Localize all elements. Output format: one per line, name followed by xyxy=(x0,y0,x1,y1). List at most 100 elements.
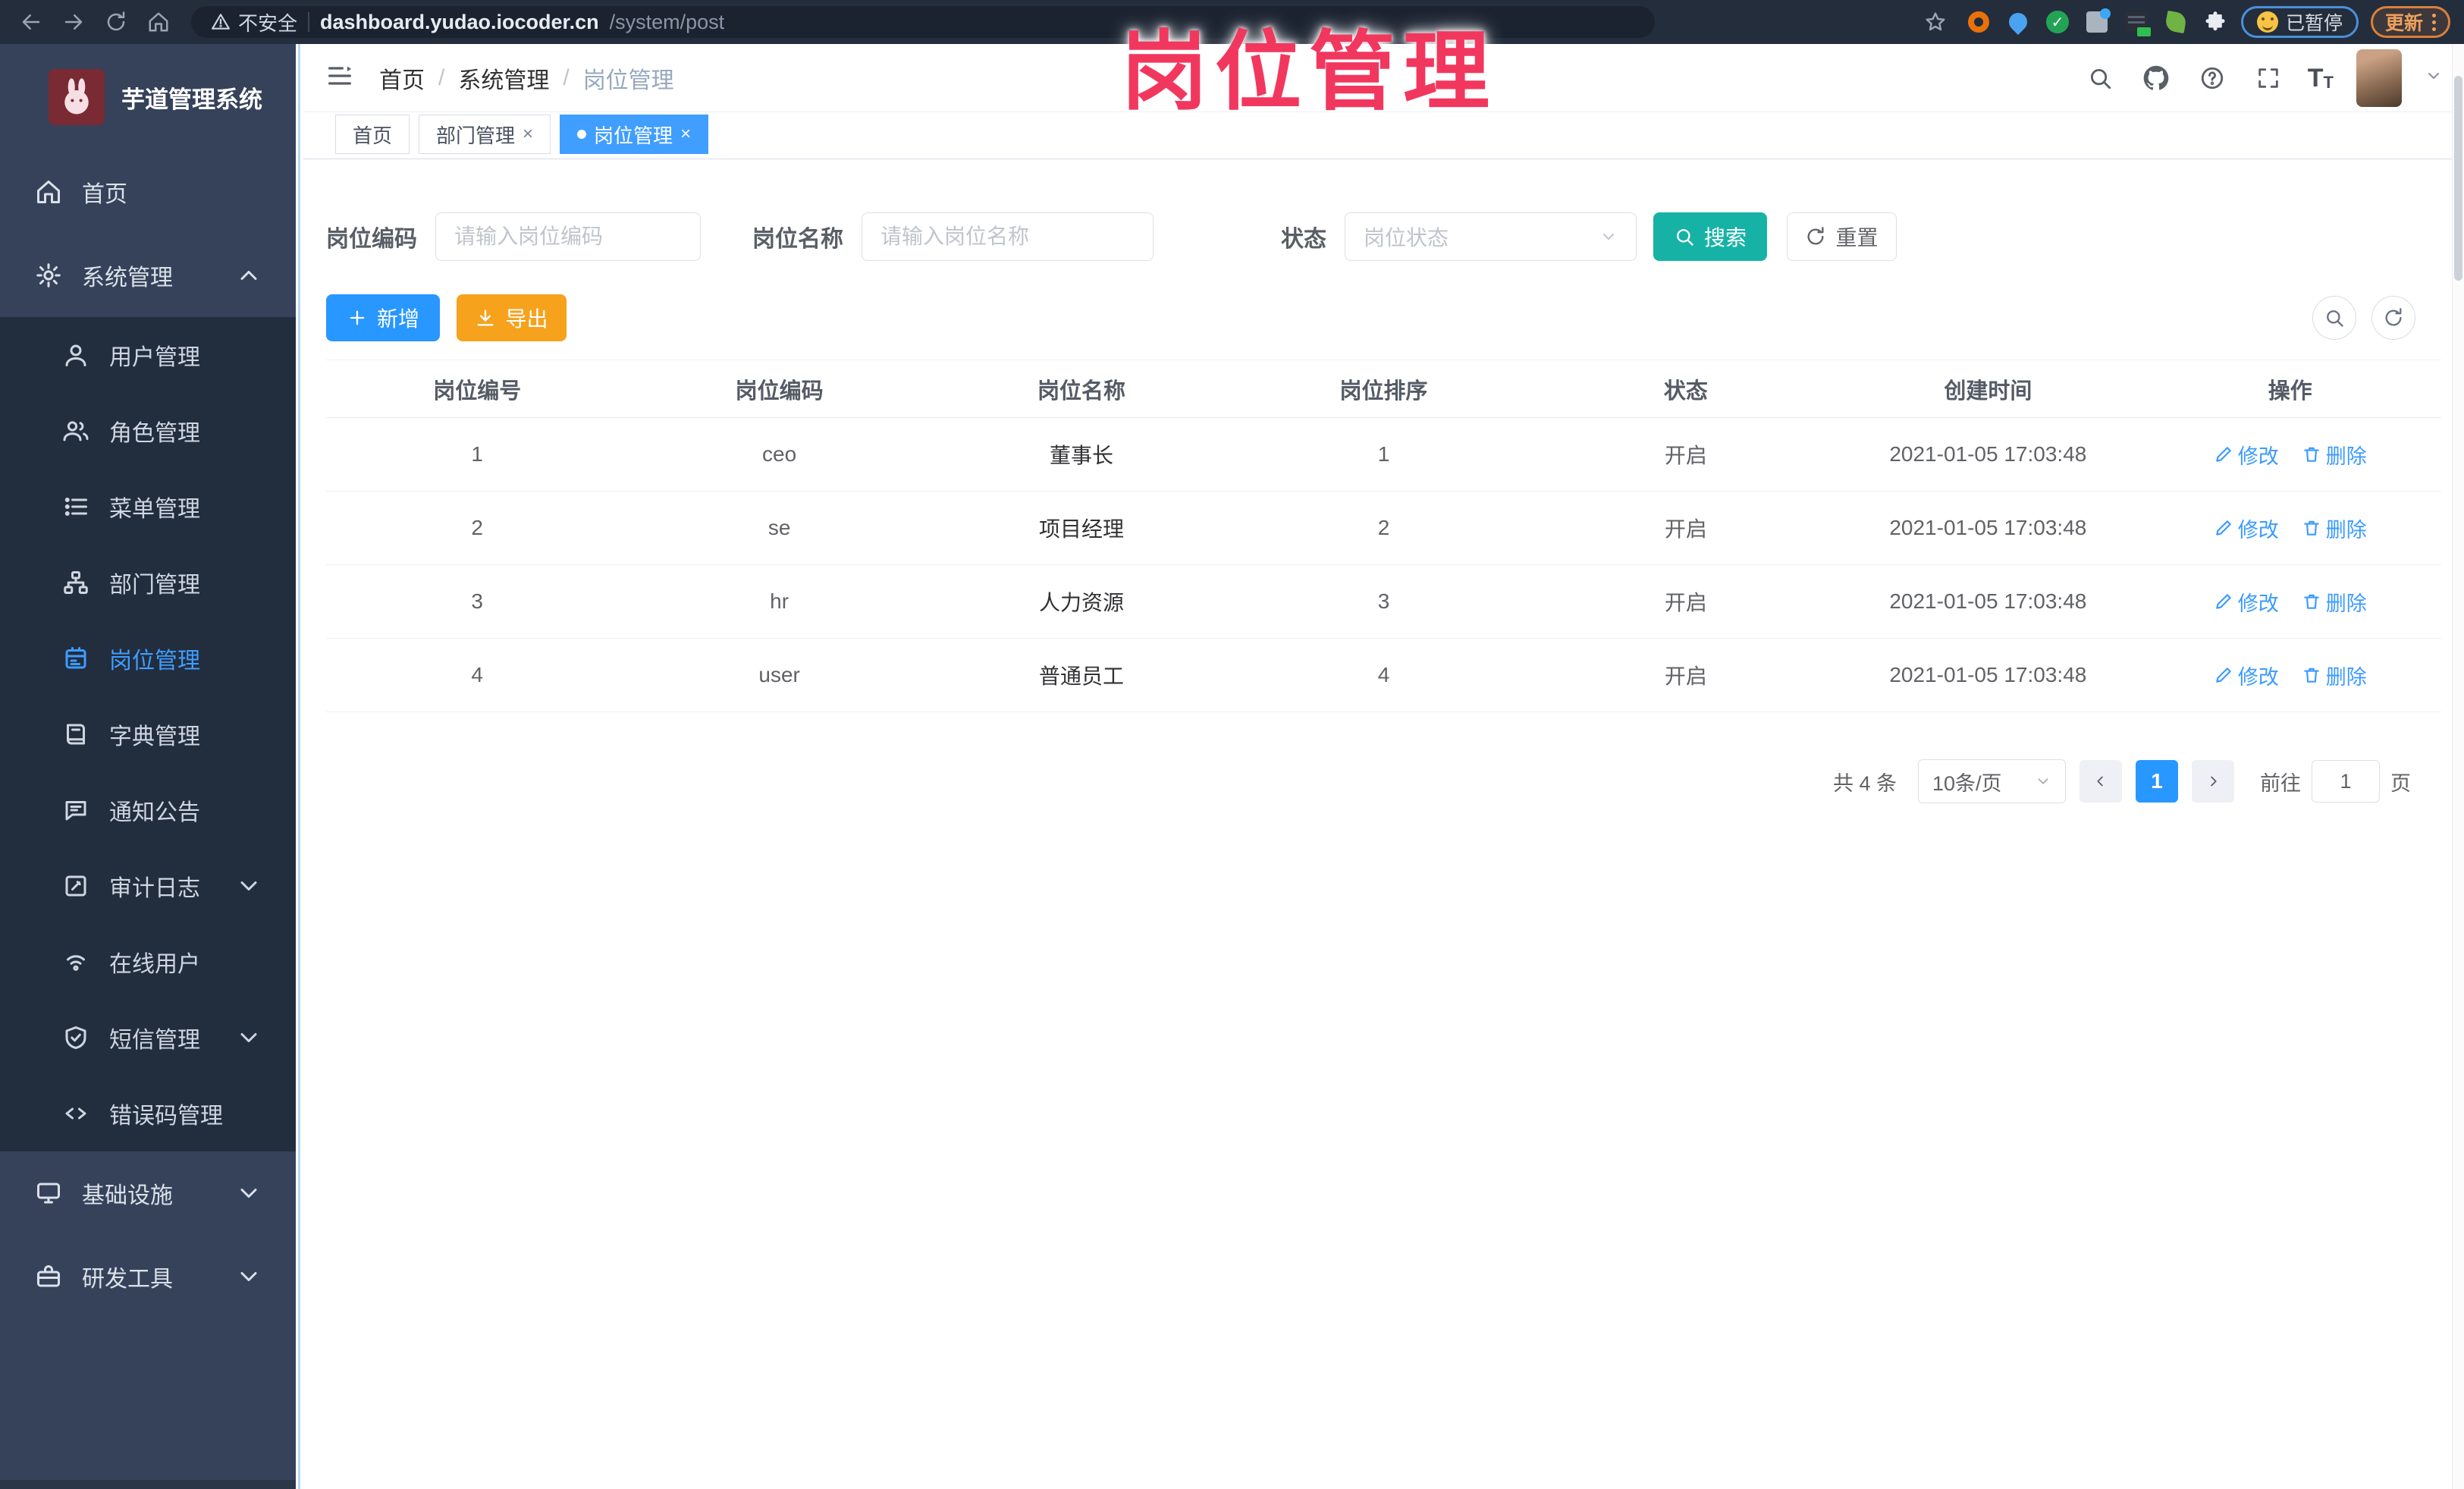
scrollbar-thumb[interactable] xyxy=(2454,76,2462,281)
sidebar-item-departments[interactable]: 部门管理 xyxy=(0,545,296,620)
table-row[interactable]: 3 hr 人力资源 3 开启 2021-01-05 17:03:48 修改 删除 xyxy=(326,565,2441,639)
delete-link[interactable]: 删除 xyxy=(2302,661,2367,690)
delete-link[interactable]: 删除 xyxy=(2302,514,2367,543)
sidebar-item-dev-tools[interactable]: 研发工具 xyxy=(0,1235,296,1318)
table-row[interactable]: 1 ceo 董事长 1 开启 2021-01-05 17:03:48 修改 删除 xyxy=(326,418,2441,492)
close-icon[interactable]: × xyxy=(680,124,691,145)
reset-button[interactable]: 重置 xyxy=(1787,212,1897,261)
tab-home[interactable]: 首页 xyxy=(335,115,410,154)
cell-post-code: user xyxy=(758,663,800,686)
address-bar[interactable]: 不安全 dashboard.yudao.iocoder.cn/system/po… xyxy=(191,6,1655,38)
user-avatar[interactable] xyxy=(2356,49,2402,107)
post-name-label: 岗位名称 xyxy=(752,227,843,252)
page-scrollbar[interactable] xyxy=(2452,44,2464,1489)
profile-paused-badge[interactable]: 已暂停 xyxy=(2240,6,2359,38)
sidebar-item-system[interactable]: 系统管理 xyxy=(0,234,296,317)
refresh-table-button[interactable] xyxy=(2371,296,2415,340)
add-button[interactable]: 新增 xyxy=(326,294,440,341)
audit-log-icon xyxy=(65,875,86,897)
column-header: 状态 xyxy=(1663,379,1708,404)
post-name-input[interactable] xyxy=(862,212,1154,261)
edit-link[interactable]: 修改 xyxy=(2214,587,2279,617)
extensions-puzzle-icon[interactable] xyxy=(2202,8,2229,36)
delete-link[interactable]: 删除 xyxy=(2302,587,2367,617)
warning-icon xyxy=(212,14,230,30)
bookmark-star-icon[interactable] xyxy=(1918,5,1953,39)
kebab-menu-icon[interactable] xyxy=(2432,13,2436,31)
column-header: 岗位编号 xyxy=(433,379,522,404)
help-icon[interactable] xyxy=(2196,61,2229,95)
app-logo-row[interactable]: 芋道管理系统 xyxy=(0,44,296,150)
prev-page-button[interactable] xyxy=(2079,760,2122,803)
browser-update-button[interactable]: 更新 xyxy=(2370,6,2450,38)
cell-post-name: 普通员工 xyxy=(1039,664,1125,688)
extension-server-icon[interactable] xyxy=(2123,8,2151,36)
forward-icon[interactable] xyxy=(56,5,91,39)
avatar-caret-icon[interactable] xyxy=(2425,67,2443,89)
dev-tools-icon xyxy=(37,1265,60,1287)
font-size-icon[interactable]: TT xyxy=(2308,65,2334,91)
hamburger-icon[interactable] xyxy=(325,61,355,95)
toggle-search-button[interactable] xyxy=(2312,296,2356,340)
menu-list-icon xyxy=(64,498,87,516)
status-select[interactable]: 岗位状态 xyxy=(1345,212,1637,261)
delete-link[interactable]: 删除 xyxy=(2302,440,2367,470)
plus-icon xyxy=(350,310,365,325)
export-button[interactable]: 导出 xyxy=(457,294,567,341)
sidebar-item-online-users[interactable]: 在线用户 xyxy=(0,924,296,1000)
cell-created-time: 2021-01-05 17:03:48 xyxy=(1889,442,2087,466)
extension-grid-icon[interactable] xyxy=(2083,8,2111,36)
cell-actions: 修改 删除 xyxy=(2139,440,2441,470)
edit-link[interactable]: 修改 xyxy=(2214,514,2279,543)
browser-toolbar: 不安全 dashboard.yudao.iocoder.cn/system/po… xyxy=(0,0,2464,44)
browser-home-icon[interactable] xyxy=(141,5,176,39)
cell-post-name: 项目经理 xyxy=(1039,517,1125,541)
page-number-button[interactable]: 1 xyxy=(2136,760,2178,803)
extension-leaf-icon[interactable] xyxy=(2162,8,2189,36)
edit-icon xyxy=(2216,520,2231,536)
sidebar-item-posts[interactable]: 岗位管理 xyxy=(0,620,296,696)
sidebar-item-announcements[interactable]: 通知公告 xyxy=(0,772,296,848)
cell-created-time: 2021-01-05 17:03:48 xyxy=(1889,516,2087,539)
close-icon[interactable]: × xyxy=(523,124,533,145)
table-row[interactable]: 4 user 普通员工 4 开启 2021-01-05 17:03:48 修改 … xyxy=(326,639,2441,712)
search-icon[interactable] xyxy=(2083,61,2117,95)
extension-pin-icon[interactable] xyxy=(2004,8,2032,36)
site-security[interactable]: 不安全 xyxy=(211,8,297,36)
sidebar-item-label: 基础设施 xyxy=(82,1183,173,1208)
sidebar-item-sms[interactable]: 短信管理 xyxy=(0,1000,296,1076)
table-row[interactable]: 2 se 项目经理 2 开启 2021-01-05 17:03:48 修改 删除 xyxy=(326,492,2441,565)
sidebar-item-home[interactable]: 首页 xyxy=(0,150,296,234)
extension-orange-icon[interactable] xyxy=(1965,8,1992,36)
sidebar-scrollbar[interactable] xyxy=(296,44,303,1489)
sidebar-item-infrastructure[interactable]: 基础设施 xyxy=(0,1151,296,1235)
breadcrumb-system[interactable]: 系统管理 xyxy=(458,61,549,95)
sidebar-item-audit-log[interactable]: 审计日志 xyxy=(0,848,296,924)
next-page-button[interactable] xyxy=(2192,760,2234,803)
github-icon[interactable] xyxy=(2139,61,2173,95)
fullscreen-icon[interactable] xyxy=(2252,61,2285,95)
search-button[interactable]: 搜索 xyxy=(1653,212,1767,261)
sidebar-item-dictionary[interactable]: 字典管理 xyxy=(0,696,296,772)
edit-link[interactable]: 修改 xyxy=(2214,440,2279,470)
back-icon[interactable] xyxy=(14,5,49,39)
error-code-icon xyxy=(65,1107,86,1120)
sidebar-item-label: 在线用户 xyxy=(109,952,200,977)
online-user-icon xyxy=(67,955,85,971)
breadcrumb-home[interactable]: 首页 xyxy=(379,61,425,95)
sidebar-item-label: 首页 xyxy=(82,182,127,207)
page-size-select[interactable]: 10条/页 xyxy=(1918,759,2066,803)
topbar: 首页 / 系统管理 / 岗位管理 TT xyxy=(303,44,2464,112)
goto-page-input[interactable] xyxy=(2312,760,2380,803)
sidebar-item-error-codes[interactable]: 错误码管理 xyxy=(0,1076,296,1151)
post-code-input[interactable] xyxy=(435,212,701,261)
sidebar-item-menus[interactable]: 菜单管理 xyxy=(0,469,296,545)
tab-departments[interactable]: 部门管理 × xyxy=(419,115,551,154)
cell-post-sort: 2 xyxy=(1377,516,1390,539)
extension-check-icon[interactable]: ✓ xyxy=(2044,8,2071,36)
edit-link[interactable]: 修改 xyxy=(2214,661,2279,690)
reload-icon[interactable] xyxy=(99,5,133,39)
tab-posts[interactable]: 岗位管理 × xyxy=(560,115,709,154)
sidebar-item-roles[interactable]: 角色管理 xyxy=(0,393,296,469)
sidebar-item-users[interactable]: 用户管理 xyxy=(0,317,296,393)
